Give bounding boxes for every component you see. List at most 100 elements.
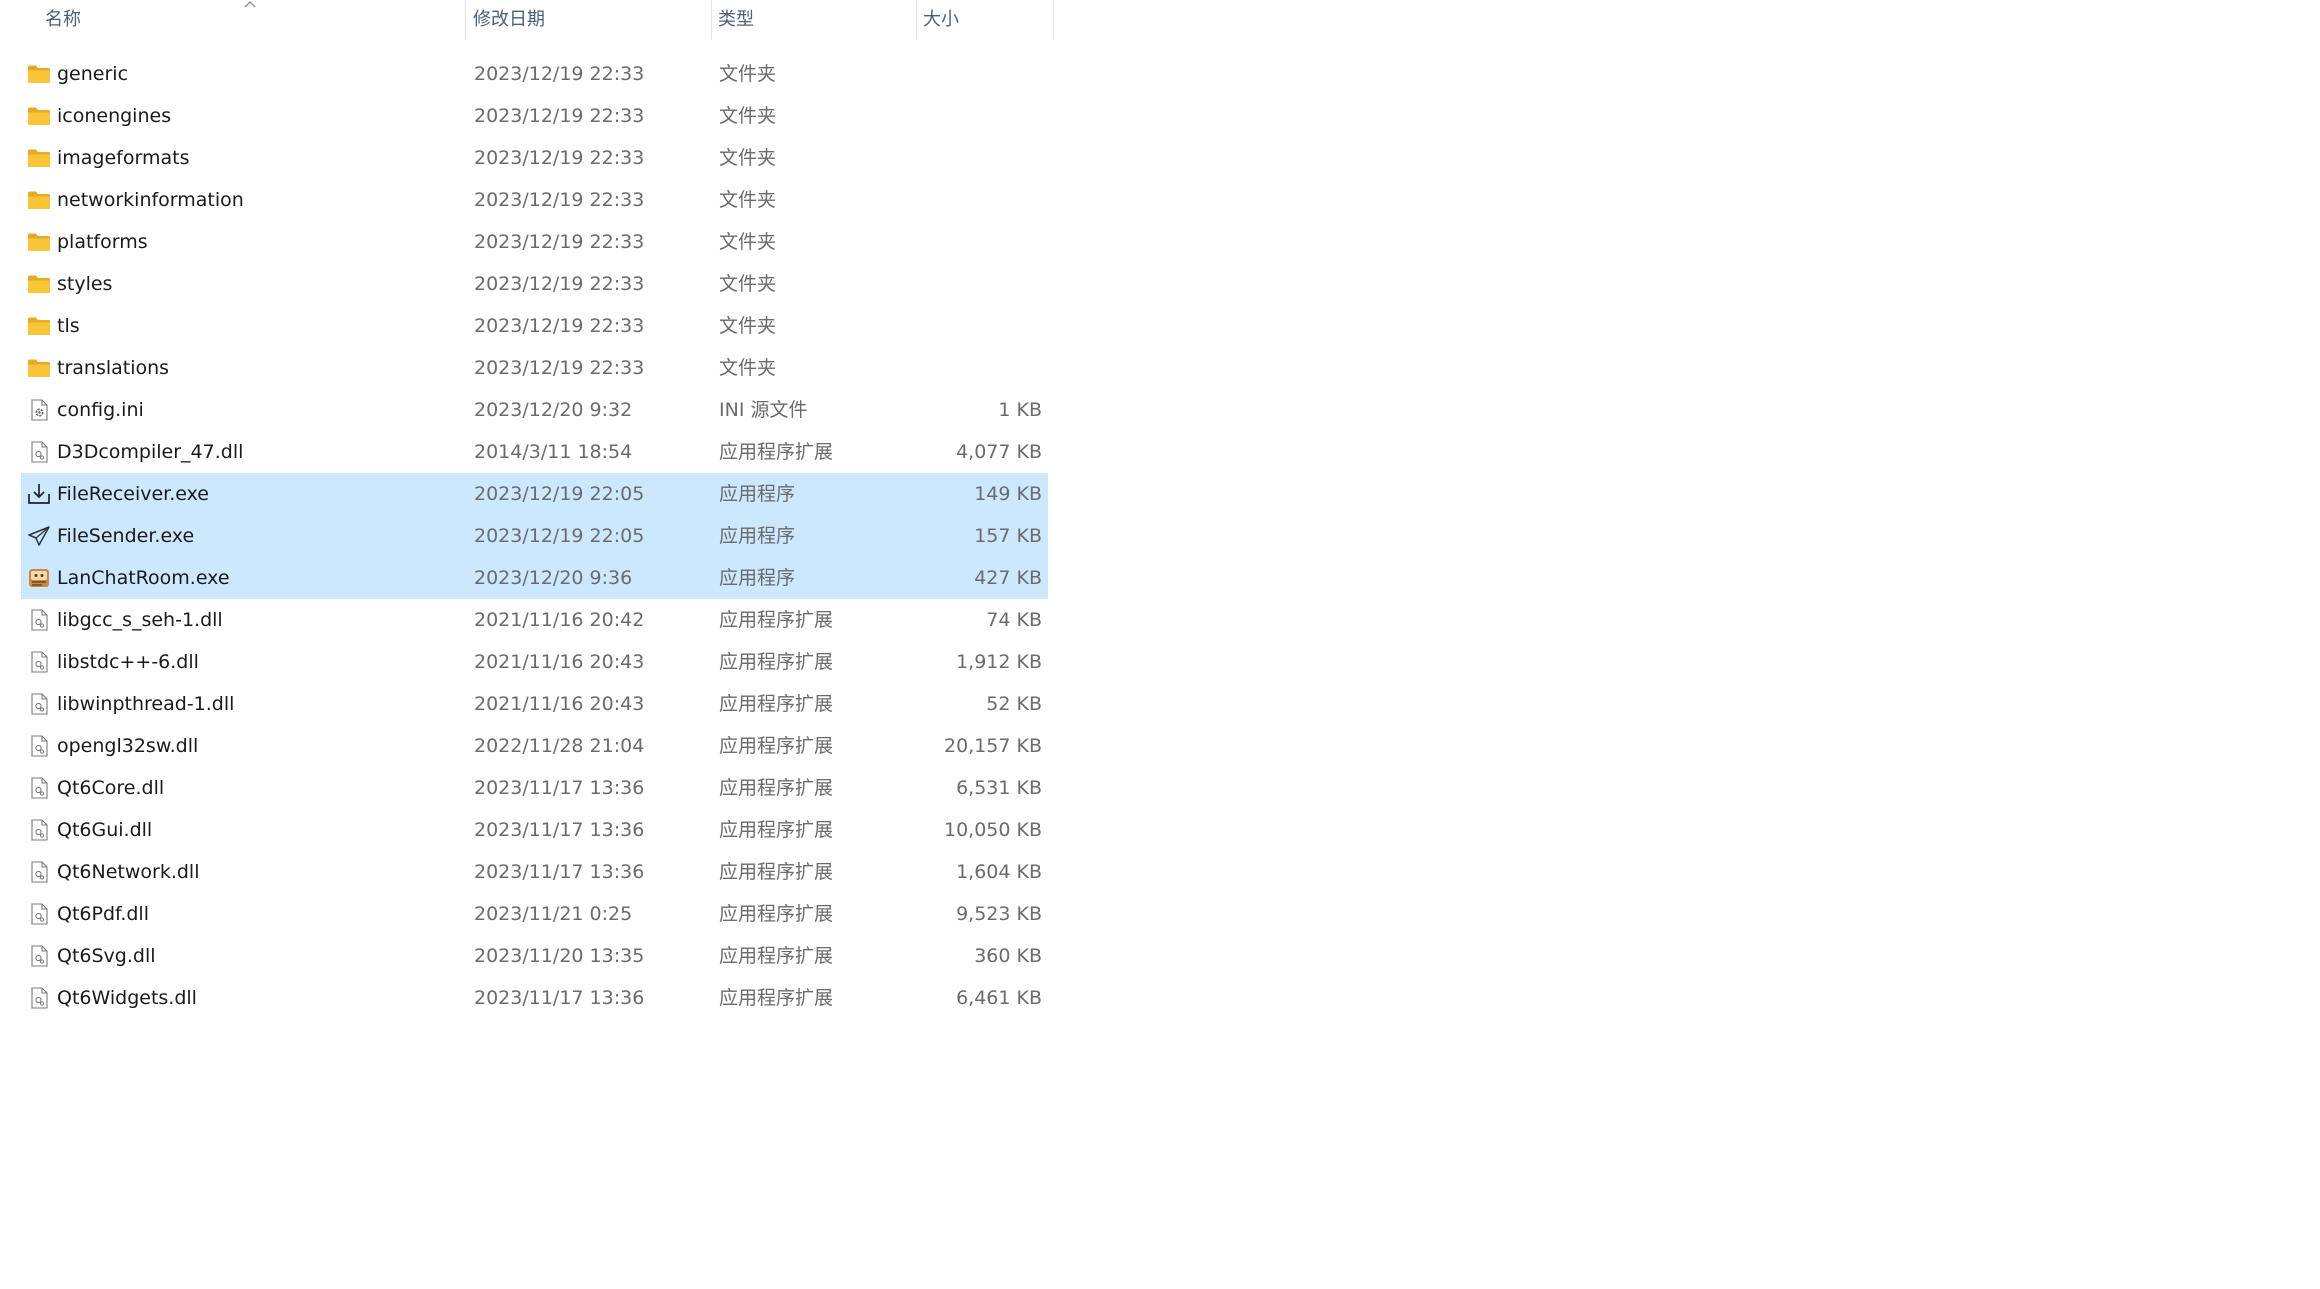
file-modified-date: 2023/12/19 22:33 — [474, 357, 645, 379]
column-header-size[interactable]: 大小 — [923, 0, 1053, 40]
file-name: libgcc_s_seh-1.dll — [57, 609, 223, 631]
file-modified-date: 2023/12/19 22:33 — [474, 105, 645, 127]
file-row[interactable]: Qt6Gui.dll 2023/11/17 13:36 应用程序扩展 10,050 K… — [21, 809, 1048, 851]
file-row[interactable]: config.ini 2023/12/20 9:32 INI 源文件 1 KB — [21, 389, 1048, 431]
file-type: 应用程序 — [719, 525, 796, 547]
dll-file-icon — [27, 777, 51, 799]
file-type: 文件夹 — [719, 273, 777, 295]
file-modified-date: 2023/12/19 22:33 — [474, 63, 645, 85]
settings-file-icon — [27, 399, 51, 421]
file-row[interactable]: Qt6Widgets.dll 2023/11/17 13:36 应用程序扩展 6,46… — [21, 977, 1048, 1019]
folder-icon — [27, 273, 51, 295]
file-modified-date: 2021/11/16 20:43 — [474, 651, 645, 673]
file-size: 6,461 KB — [956, 987, 1042, 1009]
file-row[interactable]: translations 2023/12/19 22:33 文件夹 — [21, 347, 1048, 389]
dll-file-icon — [27, 651, 51, 673]
file-row[interactable]: FileReceiver.exe 2023/12/19 22:05 应用程序 149 … — [21, 473, 1048, 515]
file-size: 52 KB — [986, 693, 1042, 715]
file-list: 名称 修改日期 类型 大小 generic 2023/12/19 22:33 文件夹… — [0, 0, 1060, 1009]
file-size: 4,077 KB — [956, 441, 1042, 463]
file-name: Qt6Gui.dll — [57, 819, 153, 841]
file-type: 应用程序扩展 — [719, 777, 834, 799]
file-row[interactable]: D3Dcompiler_47.dll 2014/3/11 18:54 应用程序扩展 4… — [21, 431, 1048, 473]
column-header-type[interactable]: 类型 — [718, 0, 916, 40]
file-name: generic — [57, 63, 129, 85]
file-size: 6,531 KB — [956, 777, 1042, 799]
folder-icon — [27, 147, 51, 169]
chat-app-icon — [27, 567, 51, 589]
file-type: 应用程序 — [719, 483, 796, 505]
file-row[interactable]: LanChatRoom.exe 2023/12/20 9:36 应用程序 427 KB — [21, 557, 1048, 599]
file-row[interactable]: styles 2023/12/19 22:33 文件夹 — [21, 263, 1048, 305]
folder-icon — [27, 105, 51, 127]
file-name: D3Dcompiler_47.dll — [57, 441, 244, 463]
folder-icon — [27, 189, 51, 211]
file-size: 20,157 KB — [943, 735, 1042, 757]
file-name: Qt6Widgets.dll — [57, 987, 197, 1009]
file-row[interactable]: generic 2023/12/19 22:33 文件夹 — [21, 53, 1048, 95]
file-row[interactable]: libgcc_s_seh-1.dll 2021/11/16 20:42 应用程序扩展… — [21, 599, 1048, 641]
file-modified-date: 2023/12/19 22:33 — [474, 147, 645, 169]
column-separator[interactable] — [711, 0, 712, 40]
column-header-date-label: 修改日期 — [473, 9, 545, 30]
file-name: FileReceiver.exe — [57, 483, 209, 505]
file-row[interactable]: tls 2023/12/19 22:33 文件夹 — [21, 305, 1048, 347]
file-type: INI 源文件 — [719, 399, 808, 421]
file-modified-date: 2023/12/19 22:05 — [474, 483, 645, 505]
dll-file-icon — [27, 693, 51, 715]
file-row[interactable]: libstdc++-6.dll 2021/11/16 20:43 应用程序扩展 1,9… — [21, 641, 1048, 683]
file-modified-date: 2023/11/17 13:36 — [474, 819, 645, 841]
file-modified-date: 2022/11/28 21:04 — [474, 735, 645, 757]
file-row[interactable]: Qt6Pdf.dll 2023/11/21 0:25 应用程序扩展 9,523 KB — [21, 893, 1048, 935]
paper-plane-icon — [27, 525, 51, 547]
dll-file-icon — [27, 987, 51, 1009]
file-name: translations — [57, 357, 170, 379]
file-type: 应用程序扩展 — [719, 735, 834, 757]
file-name: FileSender.exe — [57, 525, 195, 547]
dll-file-icon — [27, 945, 51, 967]
file-type: 文件夹 — [719, 315, 777, 337]
file-type: 应用程序扩展 — [719, 693, 834, 715]
dll-file-icon — [27, 441, 51, 463]
file-modified-date: 2023/11/17 13:36 — [474, 861, 645, 883]
file-size: 360 KB — [974, 945, 1042, 967]
dll-file-icon — [27, 861, 51, 883]
file-modified-date: 2023/12/19 22:05 — [474, 525, 645, 547]
file-row[interactable]: FileSender.exe 2023/12/19 22:05 应用程序 157 KB — [21, 515, 1048, 557]
file-row[interactable]: Qt6Svg.dll 2023/11/20 13:35 应用程序扩展 360 KB — [21, 935, 1048, 977]
column-header-date[interactable]: 修改日期 — [473, 0, 711, 40]
column-header-type-label: 类型 — [718, 9, 754, 30]
file-name: iconengines — [57, 105, 172, 127]
file-row[interactable]: opengl32sw.dll 2022/11/28 21:04 应用程序扩展 20,1… — [21, 725, 1048, 767]
file-type: 文件夹 — [719, 357, 777, 379]
file-row[interactable]: iconengines 2023/12/19 22:33 文件夹 — [21, 95, 1048, 137]
file-row[interactable]: Qt6Core.dll 2023/11/17 13:36 应用程序扩展 6,531 K… — [21, 767, 1048, 809]
file-modified-date: 2023/11/21 0:25 — [474, 903, 633, 925]
file-name: config.ini — [57, 399, 144, 421]
file-name: libwinpthread-1.dll — [57, 693, 235, 715]
folder-icon — [27, 357, 51, 379]
file-size: 1 KB — [998, 399, 1042, 421]
file-name: styles — [57, 273, 113, 295]
column-separator[interactable] — [1053, 0, 1054, 40]
file-modified-date: 2021/11/16 20:43 — [474, 693, 645, 715]
file-name: opengl32sw.dll — [57, 735, 199, 757]
file-modified-date: 2023/12/19 22:33 — [474, 273, 645, 295]
file-row[interactable]: networkinformation 2023/12/19 22:33 文件夹 — [21, 179, 1048, 221]
file-modified-date: 2023/11/20 13:35 — [474, 945, 645, 967]
file-type: 文件夹 — [719, 231, 777, 253]
file-name: networkinformation — [57, 189, 244, 211]
file-type: 应用程序扩展 — [719, 819, 834, 841]
dll-file-icon — [27, 609, 51, 631]
column-separator[interactable] — [916, 0, 917, 40]
file-modified-date: 2023/11/17 13:36 — [474, 777, 645, 799]
file-row[interactable]: libwinpthread-1.dll 2021/11/16 20:43 应用程序扩… — [21, 683, 1048, 725]
file-name: tls — [57, 315, 80, 337]
file-size: 9,523 KB — [956, 903, 1042, 925]
file-row[interactable]: Qt6Network.dll 2023/11/17 13:36 应用程序扩展 1,60… — [21, 851, 1048, 893]
file-type: 应用程序扩展 — [719, 609, 834, 631]
column-separator[interactable] — [465, 0, 466, 40]
column-header-bar: 名称 修改日期 类型 大小 — [0, 0, 1060, 40]
file-row[interactable]: platforms 2023/12/19 22:33 文件夹 — [21, 221, 1048, 263]
file-row[interactable]: imageformats 2023/12/19 22:33 文件夹 — [21, 137, 1048, 179]
